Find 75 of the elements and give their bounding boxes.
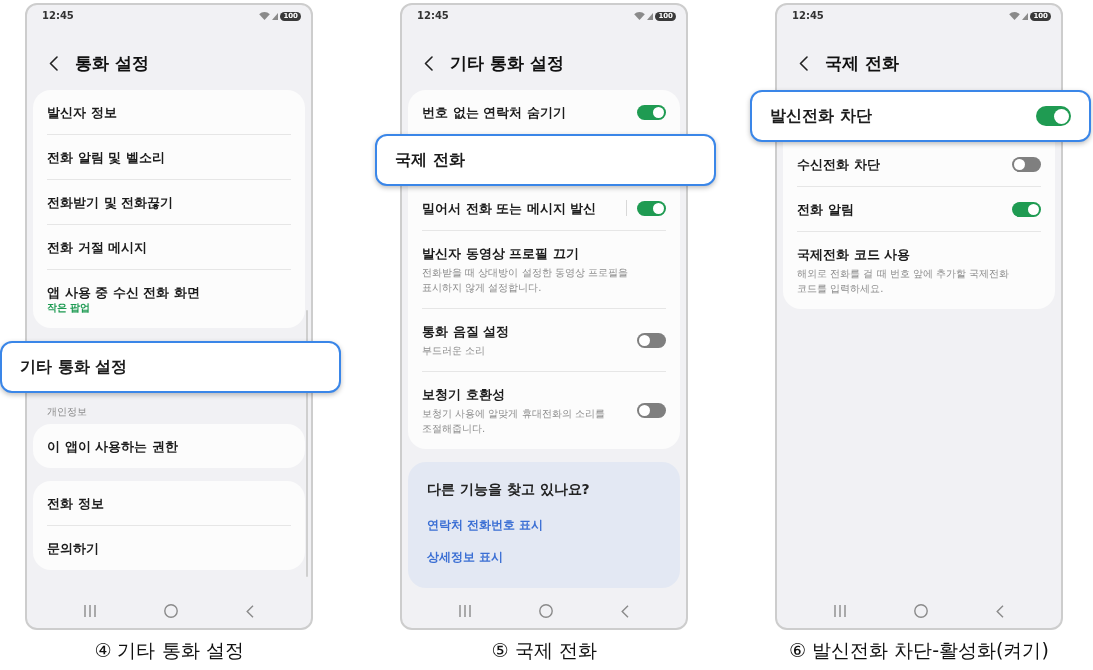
toggle-switch[interactable] (1012, 201, 1041, 217)
back-icon[interactable] (799, 55, 808, 71)
setting-title: 전화 거절 메시지 (47, 238, 148, 256)
setting-row[interactable]: 발신자 동영상 프로필 끄기 전화받을 때 상대방이 설정한 동영상 프로필을 표시하지 않게 설정합니다. (422, 230, 666, 308)
setting-title: 전화 알림 및 벨소리 (47, 148, 165, 166)
figure-caption: ④ 기타 통화 설정 (94, 638, 244, 662)
setting-row[interactable]: 전화 거절 메시지 (47, 224, 291, 269)
figure-caption: ⑤ 국제 전화 (491, 638, 597, 662)
wifi-icon (1009, 12, 1021, 20)
setting-row[interactable]: 앱 사용 중 수신 전화 화면 작은 팝업 (47, 269, 291, 328)
status-time: 12:45 (417, 10, 449, 22)
setting-row[interactable]: 전화 정보 (47, 481, 291, 525)
setting-title: 번호 없는 연락처 숨기기 (422, 103, 566, 121)
toggle-switch[interactable] (1036, 106, 1071, 126)
setting-row[interactable]: 밀어서 전화 또는 메시지 발신 (422, 186, 666, 230)
highlighted-setting[interactable]: 국제 전화 (375, 134, 716, 186)
setting-title: 국제전화 코드 사용 (797, 245, 911, 263)
figure-caption: ⑥ 발신전화 차단-활성화(켜기) (789, 638, 1049, 662)
setting-row[interactable]: 보청기 호환성 보청기 사용에 알맞게 휴대전화의 소리를 조절해줍니다. (422, 371, 666, 449)
setting-row[interactable]: 수신전화 차단 (797, 142, 1041, 186)
setting-description: 부드러운 소리 (422, 343, 486, 358)
toggle-switch[interactable] (637, 200, 666, 216)
section-heading: 개인정보 (46, 406, 88, 418)
setting-title: 발신전화 차단 (770, 106, 872, 126)
setting-title: 발신자 정보 (47, 103, 117, 121)
toggle-switch[interactable] (1012, 156, 1041, 172)
setting-row[interactable]: 문의하기 (47, 525, 291, 570)
setting-title: 발신자 동영상 프로필 끄기 (422, 244, 579, 262)
setting-title: 수신전화 차단 (797, 155, 880, 173)
setting-description: 전화받을 때 상대방이 설정한 동영상 프로필을 표시하지 않게 설정합니다. (422, 265, 629, 295)
setting-title: 국제 전화 (395, 150, 465, 170)
setting-row[interactable]: 전화 알림 (797, 186, 1041, 231)
status-time: 12:45 (792, 10, 824, 22)
wifi-icon (634, 12, 646, 20)
wifi-icon (259, 12, 271, 20)
setting-value: 작은 팝업 (47, 300, 91, 315)
recent-apps-icon[interactable] (84, 605, 96, 617)
toggle-switch[interactable] (637, 332, 666, 348)
home-icon[interactable] (164, 604, 178, 618)
status-time: 12:45 (42, 10, 74, 22)
setting-description: 해외로 전화를 걸 때 번호 앞에 추가할 국제전화 코드를 입력하세요. (797, 266, 1011, 296)
screen-title: 기타 통화 설정 (450, 52, 564, 74)
setting-title: 전화 알림 (797, 200, 854, 218)
setting-row[interactable]: 번호 없는 연락처 숨기기 (422, 90, 666, 134)
setting-row[interactable]: 이 앱이 사용하는 권한 (47, 424, 291, 468)
setting-row[interactable]: 발신자 정보 (47, 90, 291, 134)
setting-title: 전화 정보 (47, 494, 104, 512)
back-icon[interactable] (49, 55, 58, 71)
setting-row[interactable]: 국제전화 코드 사용 해외로 전화를 걸 때 번호 앞에 추가할 국제전화 코드를 입력하세요. (797, 231, 1041, 309)
recent-apps-icon[interactable] (459, 605, 471, 617)
back-icon[interactable] (424, 55, 433, 71)
highlighted-setting[interactable]: 기타 통화 설정 (0, 341, 341, 393)
home-icon[interactable] (539, 604, 553, 618)
highlighted-setting[interactable]: 발신전화 차단 (750, 90, 1091, 142)
toggle-switch[interactable] (637, 403, 666, 418)
setting-row[interactable]: 전화 알림 및 벨소리 (47, 134, 291, 179)
setting-title: 이 앱이 사용하는 권한 (47, 437, 178, 455)
setting-title: 밀어서 전화 또는 메시지 발신 (422, 199, 597, 217)
screen-title: 국제 전화 (825, 52, 899, 74)
setting-title: 앱 사용 중 수신 전화 화면 (47, 283, 200, 301)
setting-row[interactable]: 통화 음질 설정 부드러운 소리 (422, 308, 666, 371)
suggestion-link[interactable]: 상세정보 표시 (427, 548, 504, 566)
setting-title: 전화받기 및 전화끊기 (47, 193, 174, 211)
suggestion-link[interactable]: 연락처 전화번호 표시 (427, 516, 544, 534)
suggestions-title: 다른 기능을 찾고 있나요? (427, 480, 590, 498)
setting-title: 통화 음질 설정 (422, 322, 510, 340)
setting-title: 보청기 호환성 (422, 385, 505, 403)
setting-description: 보청기 사용에 알맞게 휴대전화의 소리를 조절해줍니다. (422, 406, 606, 436)
setting-row[interactable]: 전화받기 및 전화끊기 (47, 179, 291, 224)
toggle-switch[interactable] (637, 104, 666, 120)
setting-title: 기타 통화 설정 (20, 357, 128, 377)
screen-title: 통화 설정 (75, 52, 149, 74)
recent-apps-icon[interactable] (834, 605, 846, 617)
setting-title: 문의하기 (47, 539, 99, 557)
home-icon[interactable] (914, 604, 928, 618)
